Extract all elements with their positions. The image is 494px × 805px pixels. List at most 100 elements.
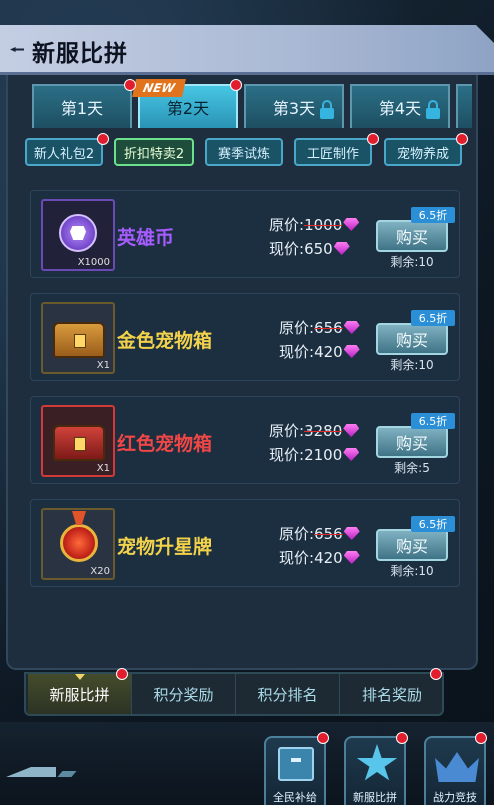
current-price: 现价:2100 xyxy=(269,444,379,465)
tab-points-ranking[interactable]: 积分排名 xyxy=(236,674,340,714)
subtab-craftsman[interactable]: 工匠制作 xyxy=(294,138,372,166)
tab-points-reward[interactable]: 积分奖励 xyxy=(132,674,236,714)
original-price: 原价:3280 xyxy=(269,420,379,441)
subtab-label: 赛季试炼 xyxy=(217,146,270,162)
orig-label: 原价: xyxy=(279,319,315,337)
orig-label: 原价: xyxy=(279,525,315,543)
tab-label: 积分奖励 xyxy=(153,685,214,704)
tab-day-1[interactable]: 第1天 xyxy=(32,84,132,128)
tab-day-more[interactable] xyxy=(456,84,472,128)
tab-day-3[interactable]: 第3天 xyxy=(244,84,344,128)
discount-badge: 6.5折 xyxy=(411,310,455,326)
tab-label: 第3天 xyxy=(272,99,316,118)
power-arena-button[interactable]: 战力竞技 xyxy=(424,736,486,805)
subtab-season-trial[interactable]: 赛季试炼 xyxy=(205,138,283,166)
item-slot[interactable]: X1 xyxy=(41,302,115,374)
discount-badge: 6.5折 xyxy=(411,207,455,223)
page-title: 新服比拼 xyxy=(32,41,128,67)
red-pet-chest-icon xyxy=(53,425,105,461)
subtab-label: 工匠制作 xyxy=(306,146,359,162)
supply-button[interactable]: 全民补给 xyxy=(264,736,326,805)
tab-label: 第1天 xyxy=(60,99,104,118)
pet-star-medal-icon xyxy=(60,524,98,562)
gem-icon xyxy=(343,345,360,358)
subtab-discount-sale[interactable]: 折扣特卖2 xyxy=(114,138,194,166)
title-arrow-icon xyxy=(10,47,24,52)
now-label: 现价: xyxy=(269,240,305,258)
buy-button[interactable]: 购买 xyxy=(376,529,448,561)
gem-icon xyxy=(333,242,350,255)
notification-dot xyxy=(456,133,468,145)
item-quantity: X1 xyxy=(96,360,110,371)
now-value: 420 xyxy=(314,549,343,567)
orig-value: 1000 xyxy=(304,216,343,234)
shop-item-row: X1 金色宠物箱 原价:656 现价:420 6.5折 购买 剩余:10 xyxy=(30,293,460,381)
back-arrow-tail xyxy=(57,771,77,777)
item-name: 宠物升星牌 xyxy=(117,536,213,558)
subtab-label: 宠物养成 xyxy=(396,146,449,162)
item-slot[interactable]: X1 xyxy=(41,405,115,477)
item-name: 英雄币 xyxy=(117,227,175,249)
original-price: 原价:1000 xyxy=(269,214,379,235)
new-server-race-button[interactable]: 新服比拼 xyxy=(344,736,406,805)
subtab-newbie-pack[interactable]: 新人礼包2 xyxy=(25,138,103,166)
notification-dot xyxy=(97,133,109,145)
tab-new-server-race[interactable]: 新服比拼 xyxy=(28,674,132,714)
back-button[interactable] xyxy=(6,763,77,781)
now-label: 现价: xyxy=(279,343,315,361)
gem-icon xyxy=(343,448,360,461)
notification-dot xyxy=(317,732,329,744)
footer-bar xyxy=(0,722,494,805)
discount-badge: 6.5折 xyxy=(411,516,455,532)
orig-value: 656 xyxy=(314,319,343,337)
buy-button[interactable]: 购买 xyxy=(376,323,448,355)
subtab-pet-training[interactable]: 宠物养成 xyxy=(384,138,462,166)
remaining-count: 剩余:10 xyxy=(390,564,434,578)
gem-icon xyxy=(343,527,360,540)
notification-dot xyxy=(430,668,442,680)
tab-label: 新服比拼 xyxy=(49,685,110,704)
lock-icon xyxy=(320,100,334,119)
subtab-label: 折扣特卖2 xyxy=(123,146,185,162)
tab-label: 排名奖励 xyxy=(361,685,422,704)
bottom-tab-bar: 新服比拼 积分奖励 积分排名 排名奖励 xyxy=(24,672,444,716)
tab-day-4[interactable]: 第4天 xyxy=(350,84,450,128)
button-label: 全民补给 xyxy=(273,791,317,804)
now-value: 420 xyxy=(314,343,343,361)
notification-dot xyxy=(396,732,408,744)
now-label: 现价: xyxy=(269,446,305,464)
current-price: 现价:420 xyxy=(279,341,389,362)
tab-label: 积分排名 xyxy=(257,685,318,704)
new-badge: NEW xyxy=(132,79,186,97)
shop-item-row: X20 宠物升星牌 原价:656 现价:420 6.5折 购买 剩余:10 xyxy=(30,499,460,587)
item-quantity: X1 xyxy=(96,463,110,474)
notification-dot xyxy=(124,79,136,91)
hero-coin-icon xyxy=(59,214,97,252)
buy-button[interactable]: 购买 xyxy=(376,220,448,252)
notification-dot xyxy=(367,133,379,145)
item-slot[interactable]: X20 xyxy=(41,508,115,580)
current-price: 现价:650 xyxy=(269,238,379,259)
notification-dot xyxy=(475,732,487,744)
item-slot[interactable]: X1000 xyxy=(41,199,115,271)
remaining-count: 剩余:10 xyxy=(390,255,434,269)
remaining-count: 剩余:10 xyxy=(390,358,434,372)
item-name: 金色宠物箱 xyxy=(117,330,213,352)
item-name: 红色宠物箱 xyxy=(117,433,213,455)
orig-label: 原价: xyxy=(269,422,305,440)
notification-dot xyxy=(230,79,242,91)
discount-badge: 6.5折 xyxy=(411,413,455,429)
supply-box-icon xyxy=(278,747,314,781)
gold-pet-chest-icon xyxy=(53,322,105,358)
button-label: 战力竞技 xyxy=(433,791,477,804)
lock-icon xyxy=(426,100,440,119)
original-price: 原价:656 xyxy=(279,523,389,544)
shop-item-row: X1000 英雄币 原价:1000 现价:650 6.5折 购买 剩余:10 xyxy=(30,190,460,278)
item-quantity: X20 xyxy=(90,566,110,577)
shop-item-row: X1 红色宠物箱 原价:3280 现价:2100 6.5折 购买 剩余:5 xyxy=(30,396,460,484)
tab-ranking-reward[interactable]: 排名奖励 xyxy=(340,674,444,714)
gem-icon xyxy=(343,551,360,564)
buy-button[interactable]: 购买 xyxy=(376,426,448,458)
tab-label: 第4天 xyxy=(378,99,422,118)
notification-dot xyxy=(116,668,128,680)
